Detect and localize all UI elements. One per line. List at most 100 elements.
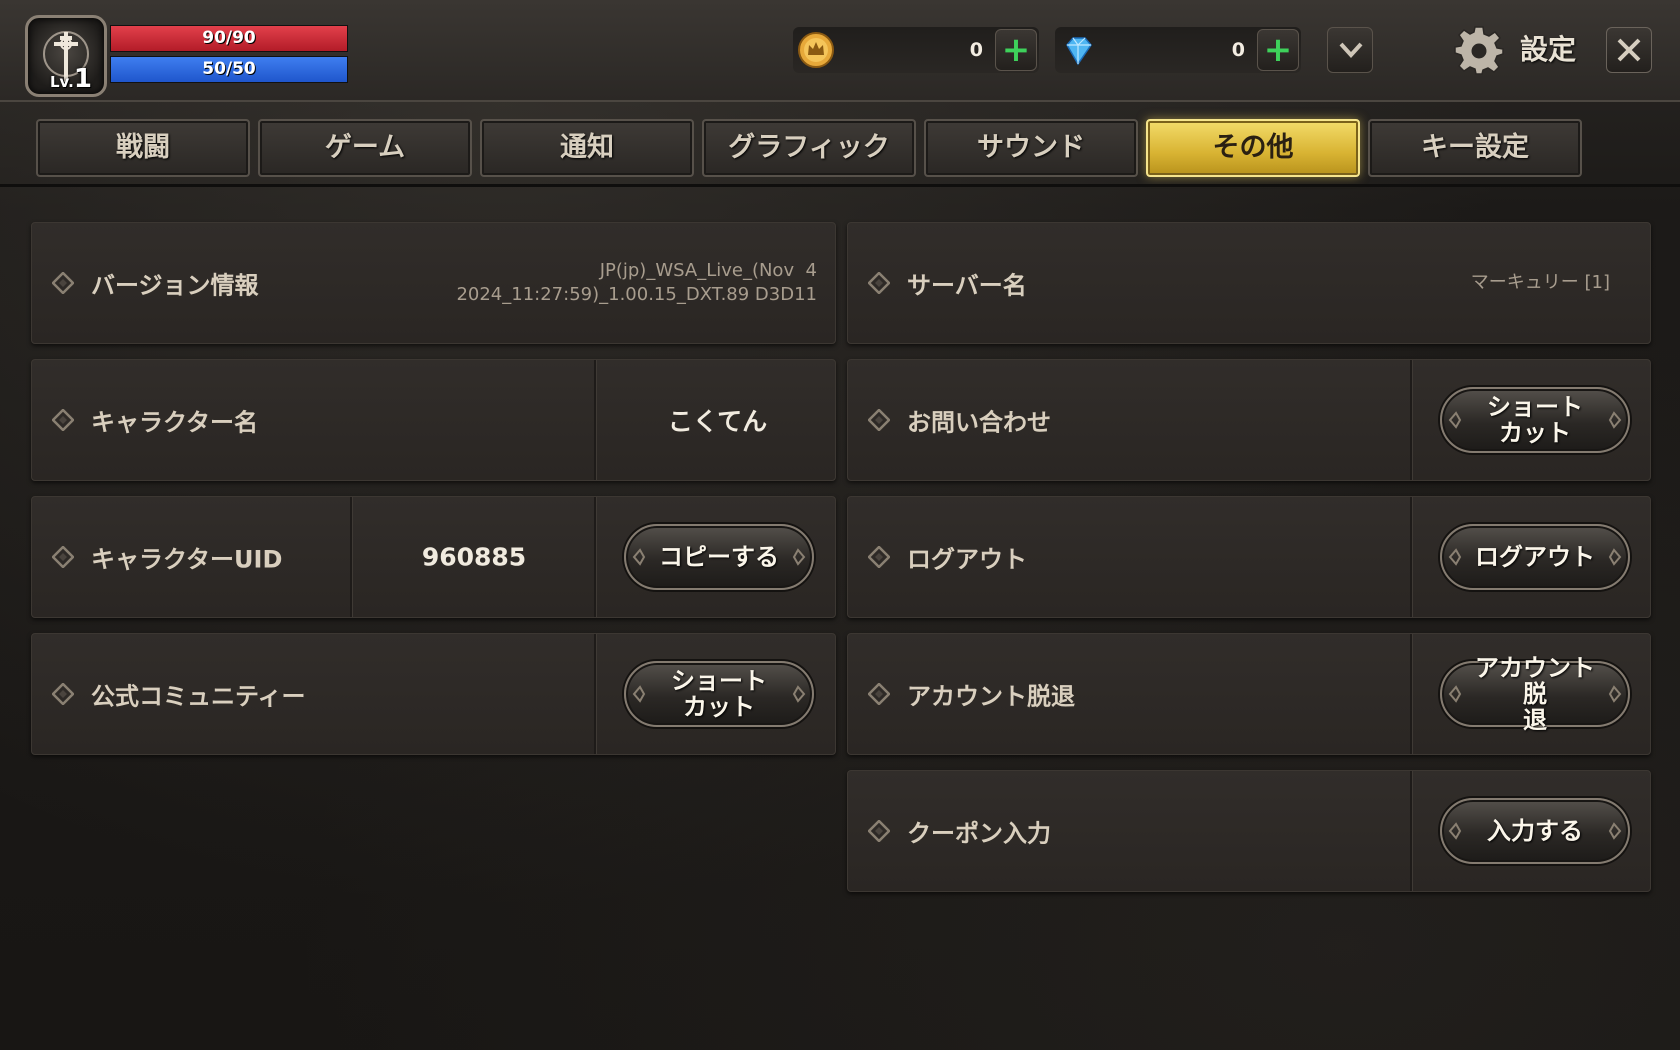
diamond-bullet-icon [868,546,890,568]
delete-account-button[interactable]: アカウント脱 退 [1440,655,1630,733]
server-name-label: サーバー名 [907,271,1027,300]
character-name-value: こくてん [667,407,768,436]
coupon-input-button-label: 入力する [1487,817,1583,845]
coupon-row: クーポン入力 入力する [847,770,1651,892]
server-name-row: サーバー名 マーキュリー [1] [847,222,1651,344]
button-label-line-1: アカウント脱 [1475,654,1595,708]
tab-sound[interactable]: サウンド [924,119,1138,177]
server-name-value: マーキュリー [1] [1470,272,1610,293]
column-divider [594,634,597,754]
tab-combat[interactable]: 戦闘 [36,119,250,177]
button-ornament-icon [792,685,806,703]
logout-button-label: ログアウト [1475,543,1595,571]
button-ornament-icon [1448,685,1462,703]
button-ornament-icon [1448,548,1462,566]
settings-screen: Lv.1 90/90 50/50 0 + 0 + 設定 戦闘 ゲーム 通知 グラ… [0,0,1680,1050]
delete-account-button-label: アカウント脱 退 [1442,655,1628,733]
gold-currency: 0 + [793,27,1039,73]
diamond-bullet-icon [52,409,74,431]
button-ornament-icon [632,548,646,566]
level-indicator: Lv.1 [50,64,92,94]
mp-bar: 50/50 [110,56,348,83]
column-divider [350,497,353,617]
button-label-line-2: カット [683,693,755,721]
gold-amount: 0 [969,39,983,61]
character-uid-label: キャラクターUID [91,545,283,574]
official-community-label: 公式コミュニティー [91,682,306,711]
gear-icon [1454,26,1504,75]
character-name-row: キャラクター名 こくてん [31,359,836,481]
diamond-bullet-icon [868,272,890,294]
logout-button[interactable]: ログアウト [1440,524,1630,590]
logout-row: ログアウト ログアウト [847,496,1651,618]
copy-uid-button-label: コピーする [659,543,779,571]
column-divider [1410,634,1413,754]
button-ornament-icon [632,685,646,703]
official-community-row: 公式コミュニティー ショート カット [31,633,836,755]
contact-shortcut-button[interactable]: ショート カット [1440,387,1630,453]
delete-account-row: アカウント脱退 アカウント脱 退 [847,633,1651,755]
crown-coin-icon [798,32,834,68]
button-ornament-icon [1608,411,1622,429]
button-label-line-1: ショート [1487,393,1583,421]
diamond-bullet-icon [52,683,74,705]
tab-graphics[interactable]: グラフィック [702,119,916,177]
character-name-label: キャラクター名 [91,408,259,437]
version-line-1: JP(jp)_WSA_Live_(Nov 4 [599,260,817,281]
add-gems-button[interactable]: + [1257,29,1299,71]
column-divider [1410,360,1413,480]
tab-other[interactable]: その他 [1146,119,1360,177]
tab-notifications[interactable]: 通知 [480,119,694,177]
tab-key-settings[interactable]: キー設定 [1368,119,1582,177]
logout-label: ログアウト [907,545,1027,574]
gem-currency: 0 + [1055,27,1301,73]
tab-game[interactable]: ゲーム [258,119,472,177]
close-button[interactable] [1606,27,1652,73]
column-divider [594,360,597,480]
copy-uid-button[interactable]: コピーする [624,524,814,590]
button-ornament-icon [1448,411,1462,429]
community-shortcut-button-label: ショート カット [649,668,789,720]
contact-label: お問い合わせ [907,408,1051,437]
diamond-bullet-icon [868,820,890,842]
level-number: 1 [73,64,92,94]
column-divider [1410,497,1413,617]
button-ornament-icon [1608,548,1622,566]
gem-amount: 0 [1231,39,1245,61]
button-label-line-2: 退 [1523,706,1547,734]
settings-tabs: 戦闘 ゲーム 通知 グラフィック サウンド その他 キー設定 [36,119,1582,177]
character-uid-value: 960885 [421,542,527,572]
button-ornament-icon [1608,822,1622,840]
currency-dropdown-button[interactable] [1327,27,1373,73]
chevron-down-icon [1339,42,1363,58]
diamond-bullet-icon [52,546,74,568]
version-line-2: 2024_11:27:59)_1.00.15_DXT.89 D3D11 [456,284,817,305]
column-divider [594,497,597,617]
button-label-line-2: カット [1499,419,1571,447]
column-divider [1410,771,1413,891]
hp-bar: 90/90 [110,25,348,52]
version-info-label: バージョン情報 [91,271,259,300]
contact-row: お問い合わせ ショート カット [847,359,1651,481]
top-bar: Lv.1 90/90 50/50 0 + 0 + 設定 [0,0,1680,102]
button-ornament-icon [792,548,806,566]
version-info-row: バージョン情報 JP(jp)_WSA_Live_(Nov 4 2024_11:2… [31,222,836,344]
coupon-input-button[interactable]: 入力する [1440,798,1630,864]
delete-account-label: アカウント脱退 [907,682,1075,711]
close-icon [1617,38,1641,62]
button-ornament-icon [1448,822,1462,840]
add-gold-button[interactable]: + [995,29,1037,71]
button-ornament-icon [1608,685,1622,703]
diamond-bullet-icon [868,683,890,705]
diamond-bullet-icon [868,409,890,431]
contact-shortcut-button-label: ショート カット [1465,394,1605,446]
coupon-label: クーポン入力 [907,819,1051,848]
tabs-divider [0,184,1680,187]
diamond-bullet-icon [52,272,74,294]
character-uid-row: キャラクターUID 960885 コピーする [31,496,836,618]
community-shortcut-button[interactable]: ショート カット [624,661,814,727]
diamond-gem-icon [1066,37,1092,66]
page-title: 設定 [1520,33,1577,66]
level-prefix: Lv. [50,73,74,91]
button-label-line-1: ショート [671,667,767,695]
